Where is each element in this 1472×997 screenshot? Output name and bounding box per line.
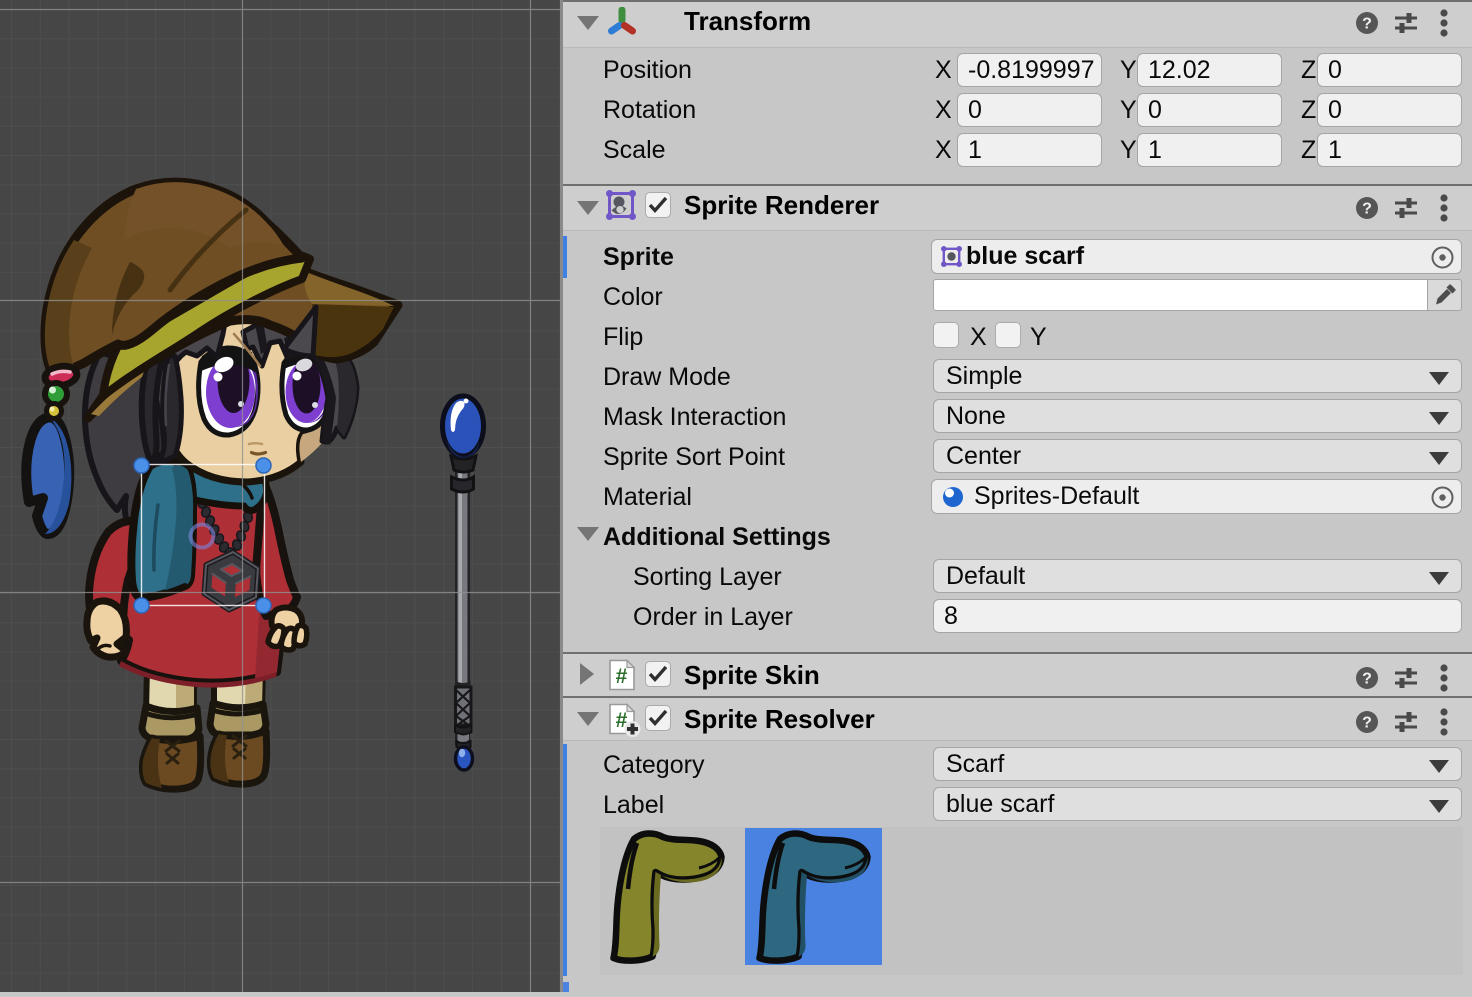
svg-text:?: ?	[1362, 201, 1372, 218]
svg-text:?: ?	[1362, 715, 1372, 732]
svg-text:?: ?	[1362, 16, 1372, 33]
svg-text:?: ?	[1362, 671, 1372, 688]
